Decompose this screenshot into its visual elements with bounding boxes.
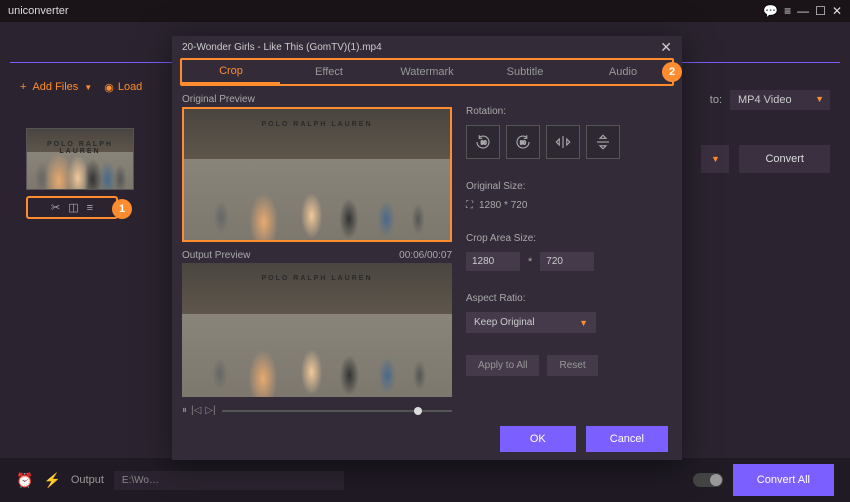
modal-footer: OK Cancel (172, 426, 682, 462)
flip-vertical-button[interactable] (586, 125, 620, 159)
tab-crop[interactable]: Crop (182, 60, 280, 84)
chevron-down-icon: ▼ (84, 83, 92, 92)
cancel-button[interactable]: Cancel (586, 426, 668, 452)
format-select[interactable]: MP4 Video ▼ (730, 90, 830, 110)
chevron-down-icon: ▼ (579, 318, 588, 328)
tab-watermark[interactable]: Watermark (378, 60, 476, 84)
play-pause-icon[interactable]: ⏸ (182, 405, 187, 416)
modal-body: Original Preview Output Preview 00:06/00… (172, 86, 682, 426)
bottombar: ⏰ ⚡ Output E:\Wo… Convert All (0, 458, 850, 502)
modal-header: 20-Wonder Girls - Like This (GomTV)(1).m… (172, 36, 682, 58)
convert-area: ▼ Convert (701, 145, 830, 173)
window-controls: 💬 ≡ — ☐ ✕ (763, 4, 842, 18)
crop-height-input[interactable] (540, 252, 594, 271)
expand-icon: ⛶ (466, 200, 473, 211)
convert-button[interactable]: Convert (739, 145, 830, 173)
rotation-label: Rotation: (466, 106, 672, 117)
output-path-field[interactable]: E:\Wo… (114, 471, 344, 490)
output-preview-label: Output Preview 00:06/00:07 (182, 250, 452, 261)
timeline-slider[interactable] (222, 410, 452, 412)
tab-subtitle[interactable]: Subtitle (476, 60, 574, 84)
crop-size-row: * (466, 252, 672, 271)
convert-all-button[interactable]: Convert All (733, 464, 834, 496)
playback-controls: ⏸ |◁ ▷| (182, 405, 216, 416)
crop-modal: 20-Wonder Girls - Like This (GomTV)(1).m… (172, 36, 682, 460)
preview-column: Original Preview Output Preview 00:06/00… (182, 94, 452, 418)
menu-icon[interactable]: ≡ (784, 4, 791, 18)
add-files-label: Add Files (32, 81, 78, 93)
crop-area-label: Crop Area Size: (466, 233, 672, 244)
output-preview (182, 263, 452, 398)
rotate-right-90-button[interactable]: 90 (506, 125, 540, 159)
next-frame-icon[interactable]: ▷| (205, 405, 215, 416)
tab-effect[interactable]: Effect (280, 60, 378, 84)
original-size-label: Original Size: (466, 181, 672, 192)
crop-width-input[interactable] (466, 252, 520, 271)
apply-to-all-button[interactable]: Apply to All (466, 355, 539, 376)
chat-icon[interactable]: 💬 (763, 4, 778, 18)
load-label: Load (118, 81, 142, 93)
crop-icon[interactable]: ◫ (68, 201, 78, 214)
minimize-icon[interactable]: — (797, 4, 809, 18)
maximize-icon[interactable]: ☐ (815, 4, 826, 18)
action-row: Apply to All Reset (466, 355, 672, 376)
timecode: 00:06/00:07 (399, 250, 452, 261)
more-icon[interactable]: ≡ (87, 202, 93, 214)
multiply-label: * (528, 256, 532, 268)
thumbnail-tools: ✂ ◫ ≡ (26, 196, 118, 219)
merge-toggle[interactable] (693, 473, 723, 487)
cut-icon[interactable]: ✂ (51, 201, 60, 214)
callout-2: 2 (662, 62, 682, 82)
aspect-ratio-select[interactable]: Keep Original ▼ (466, 312, 596, 333)
original-preview-label: Original Preview (182, 94, 452, 105)
reset-button[interactable]: Reset (547, 355, 597, 376)
callout-1: 1 (112, 199, 132, 219)
output-preview-text: Output Preview (182, 250, 250, 261)
rotate-left-90-button[interactable]: 90 (466, 125, 500, 159)
original-preview-text: Original Preview (182, 94, 255, 105)
ok-button[interactable]: OK (500, 426, 576, 452)
titlebar: uniconverter 💬 ≡ — ☐ ✕ (0, 0, 850, 22)
close-icon[interactable]: ✕ (660, 39, 672, 56)
output-label: Output (71, 474, 104, 486)
original-preview[interactable] (182, 107, 452, 242)
original-size-value: 1280 * 720 (479, 200, 527, 211)
aspect-ratio-value: Keep Original (474, 317, 535, 328)
video-thumbnail[interactable] (26, 128, 134, 190)
rotation-buttons: 90 90 (466, 125, 672, 159)
prev-frame-icon[interactable]: |◁ (191, 405, 201, 416)
load-button[interactable]: ◉ Load (104, 81, 142, 94)
close-icon[interactable]: ✕ (832, 4, 842, 18)
svg-text:90: 90 (520, 140, 526, 146)
plus-icon: + (20, 81, 26, 93)
video-thumbnail-area: ✂ ◫ ≡ (26, 128, 164, 219)
svg-text:90: 90 (481, 140, 487, 146)
to-label: to: (710, 94, 722, 106)
original-size-row: ⛶ 1280 * 720 (466, 200, 672, 211)
output-format-area: to: MP4 Video ▼ (710, 90, 830, 110)
format-value: MP4 Video (738, 94, 792, 106)
chevron-down-icon: ▼ (815, 94, 824, 104)
bolt-icon[interactable]: ⚡ (43, 472, 60, 489)
timeline: ⏸ |◁ ▷| (182, 403, 452, 418)
aspect-ratio-label: Aspect Ratio: (466, 293, 672, 304)
target-icon: ◉ (104, 81, 114, 94)
modal-tabs: Crop Effect Watermark Subtitle Audio (180, 58, 674, 86)
alarm-icon[interactable]: ⏰ (16, 472, 33, 489)
app-name: uniconverter (8, 5, 69, 17)
format-dropdown-small[interactable]: ▼ (701, 145, 729, 173)
flip-horizontal-button[interactable] (546, 125, 580, 159)
tab-audio[interactable]: Audio (574, 60, 672, 84)
add-files-button[interactable]: + Add Files ▼ (20, 81, 92, 93)
controls-column: Rotation: 90 90 Original Size: ⛶ 1280 * … (466, 94, 672, 418)
modal-title: 20-Wonder Girls - Like This (GomTV)(1).m… (182, 42, 382, 53)
